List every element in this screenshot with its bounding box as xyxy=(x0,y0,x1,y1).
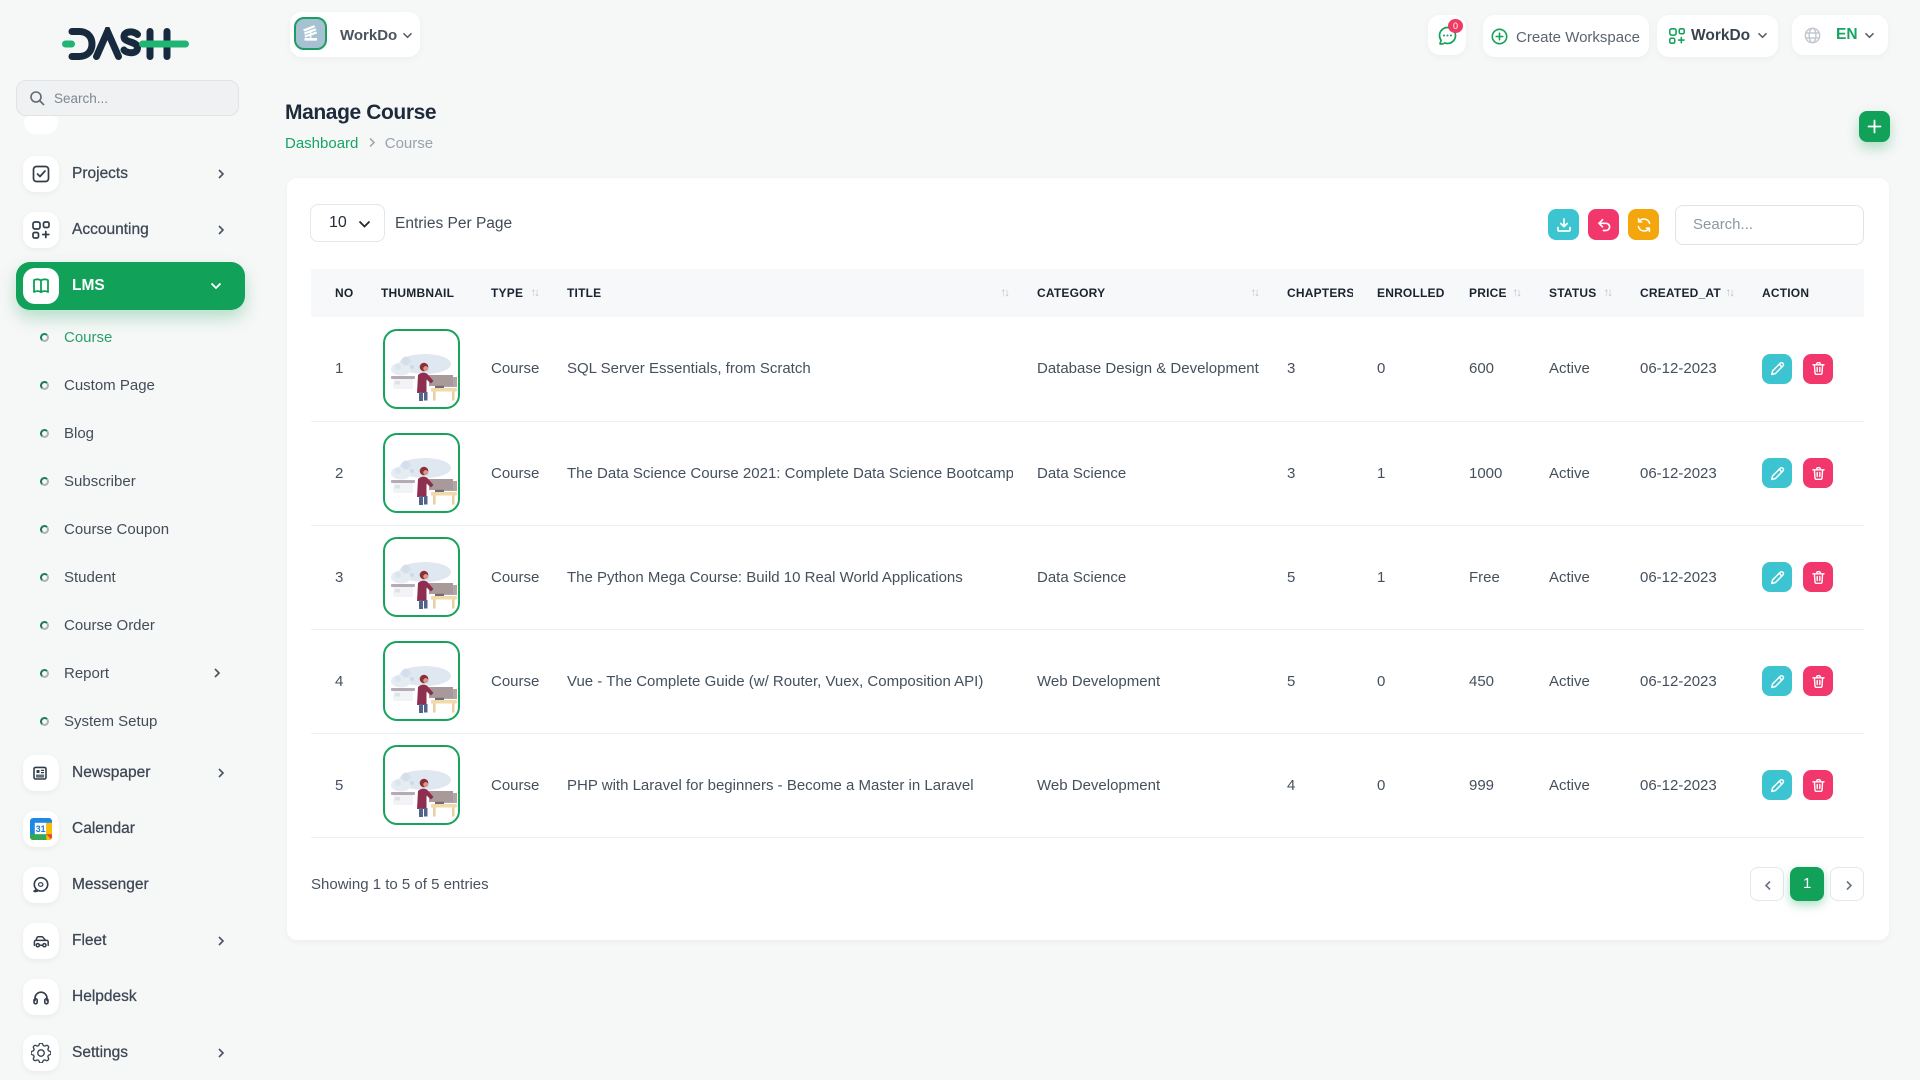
svg-text:31: 31 xyxy=(36,824,46,834)
